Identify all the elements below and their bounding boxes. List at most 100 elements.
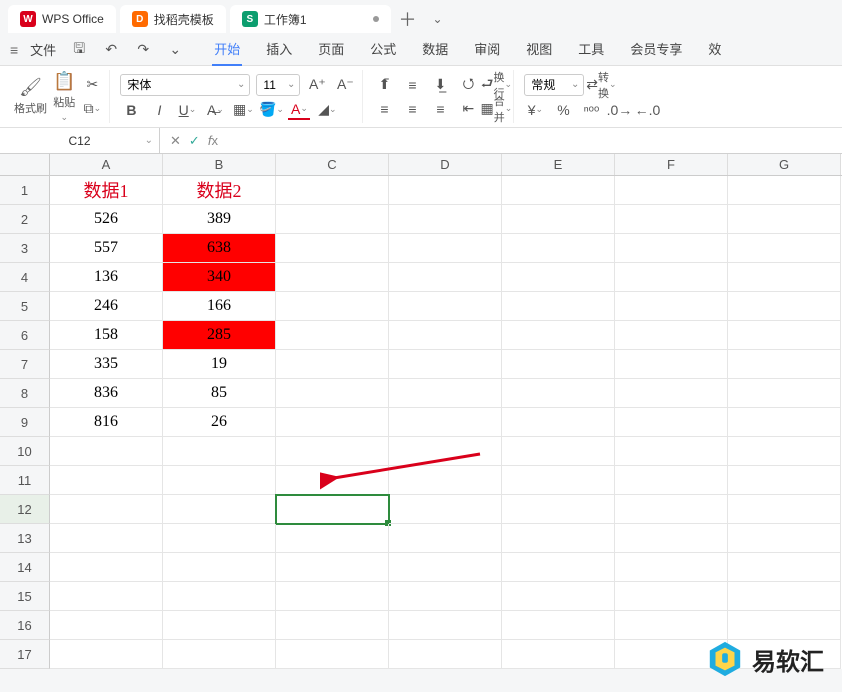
menu-file[interactable]: 文件 <box>30 40 56 59</box>
menu-formula[interactable]: 公式 <box>368 33 398 66</box>
cell[interactable] <box>728 379 841 408</box>
cell[interactable] <box>502 408 615 437</box>
cell[interactable]: 340 <box>163 263 276 292</box>
cell[interactable] <box>389 263 502 292</box>
cell[interactable]: 19 <box>163 350 276 379</box>
hamburger-icon[interactable]: ≡ <box>10 42 18 58</box>
menu-view[interactable]: 视图 <box>524 33 554 66</box>
merge-button[interactable]: ▦合并 <box>485 99 507 119</box>
undo-icon[interactable]: ↶ <box>100 40 122 60</box>
row-header[interactable]: 1 <box>0 176 50 205</box>
cell[interactable] <box>728 205 841 234</box>
cell[interactable]: 836 <box>50 379 163 408</box>
cell[interactable] <box>389 321 502 350</box>
save-icon[interactable]: 🖫 <box>68 40 90 60</box>
decimal-dec-icon[interactable]: ←.0 <box>636 100 658 120</box>
cell[interactable] <box>50 437 163 466</box>
cell[interactable] <box>728 234 841 263</box>
cell[interactable] <box>276 263 389 292</box>
row-header[interactable]: 2 <box>0 205 50 234</box>
fill-color-icon[interactable]: 🪣 <box>260 100 282 120</box>
cell[interactable]: 557 <box>50 234 163 263</box>
border-icon[interactable]: ▦ <box>232 100 254 120</box>
cell[interactable]: 638 <box>163 234 276 263</box>
select-all-corner[interactable] <box>0 154 50 175</box>
wrap-text-button[interactable]: ⮐换行 <box>485 75 507 95</box>
cell[interactable] <box>728 321 841 350</box>
row-header[interactable]: 9 <box>0 408 50 437</box>
cell[interactable] <box>728 553 841 582</box>
cell[interactable] <box>615 408 728 437</box>
row-header[interactable]: 6 <box>0 321 50 350</box>
font-name-select[interactable]: 宋体 <box>120 74 250 96</box>
confirm-formula-icon[interactable]: ✓ <box>189 133 200 149</box>
cell[interactable] <box>502 495 615 524</box>
row-header[interactable]: 17 <box>0 640 50 669</box>
align-middle-icon[interactable]: ≡ <box>401 75 423 95</box>
currency-icon[interactable]: ¥ <box>524 100 546 120</box>
cell[interactable]: 246 <box>50 292 163 321</box>
cell[interactable] <box>502 379 615 408</box>
cell[interactable] <box>502 234 615 263</box>
cell[interactable] <box>389 234 502 263</box>
font-color-icon[interactable]: A <box>288 100 310 120</box>
cell[interactable]: 285 <box>163 321 276 350</box>
cell[interactable] <box>615 524 728 553</box>
cell[interactable] <box>728 495 841 524</box>
cell[interactable] <box>163 553 276 582</box>
align-center-icon[interactable]: ≡ <box>401 99 423 119</box>
tab-app[interactable]: W WPS Office <box>8 5 116 33</box>
cell[interactable] <box>728 466 841 495</box>
cell[interactable] <box>615 234 728 263</box>
indent-dec-icon[interactable]: ⇤ <box>457 99 479 119</box>
bold-icon[interactable]: B <box>120 100 142 120</box>
cell[interactable]: 136 <box>50 263 163 292</box>
convert-button[interactable]: ⇄转换 <box>590 75 612 95</box>
row-header[interactable]: 8 <box>0 379 50 408</box>
cell[interactable] <box>615 292 728 321</box>
row-header[interactable]: 10 <box>0 437 50 466</box>
cell[interactable] <box>502 321 615 350</box>
cell[interactable] <box>50 611 163 640</box>
cell[interactable]: 389 <box>163 205 276 234</box>
cell[interactable] <box>276 205 389 234</box>
col-G[interactable]: G <box>728 154 841 175</box>
align-top-icon[interactable]: ⬆̄ <box>373 75 395 95</box>
cell[interactable] <box>163 466 276 495</box>
tab-menu-button[interactable]: ⌄ <box>425 6 451 32</box>
cell[interactable] <box>50 524 163 553</box>
cancel-formula-icon[interactable]: ✕ <box>170 133 181 149</box>
cell[interactable] <box>615 321 728 350</box>
cell[interactable] <box>389 524 502 553</box>
formula-input[interactable] <box>228 128 842 153</box>
menu-tools[interactable]: 工具 <box>576 33 606 66</box>
cell[interactable]: 335 <box>50 350 163 379</box>
row-header[interactable]: 7 <box>0 350 50 379</box>
cell[interactable] <box>389 292 502 321</box>
cell[interactable] <box>389 437 502 466</box>
cell[interactable] <box>276 495 389 524</box>
cell[interactable] <box>389 553 502 582</box>
cell[interactable] <box>615 176 728 205</box>
cell[interactable]: 26 <box>163 408 276 437</box>
cell[interactable] <box>163 611 276 640</box>
cell[interactable]: 158 <box>50 321 163 350</box>
copy-icon[interactable]: ⧉ <box>81 99 103 119</box>
cell[interactable] <box>728 611 841 640</box>
cell[interactable] <box>502 350 615 379</box>
row-header[interactable]: 12 <box>0 495 50 524</box>
cell[interactable] <box>728 176 841 205</box>
align-right-icon[interactable]: ≡ <box>429 99 451 119</box>
cell[interactable] <box>615 611 728 640</box>
cell[interactable] <box>389 582 502 611</box>
cell[interactable] <box>728 408 841 437</box>
cell[interactable]: 816 <box>50 408 163 437</box>
highlight-icon[interactable]: ◢ <box>316 100 338 120</box>
row-header[interactable]: 16 <box>0 611 50 640</box>
cell[interactable] <box>276 321 389 350</box>
cell[interactable] <box>389 379 502 408</box>
cell[interactable] <box>276 437 389 466</box>
cell[interactable] <box>276 640 389 669</box>
cell[interactable] <box>276 408 389 437</box>
cell[interactable] <box>50 495 163 524</box>
